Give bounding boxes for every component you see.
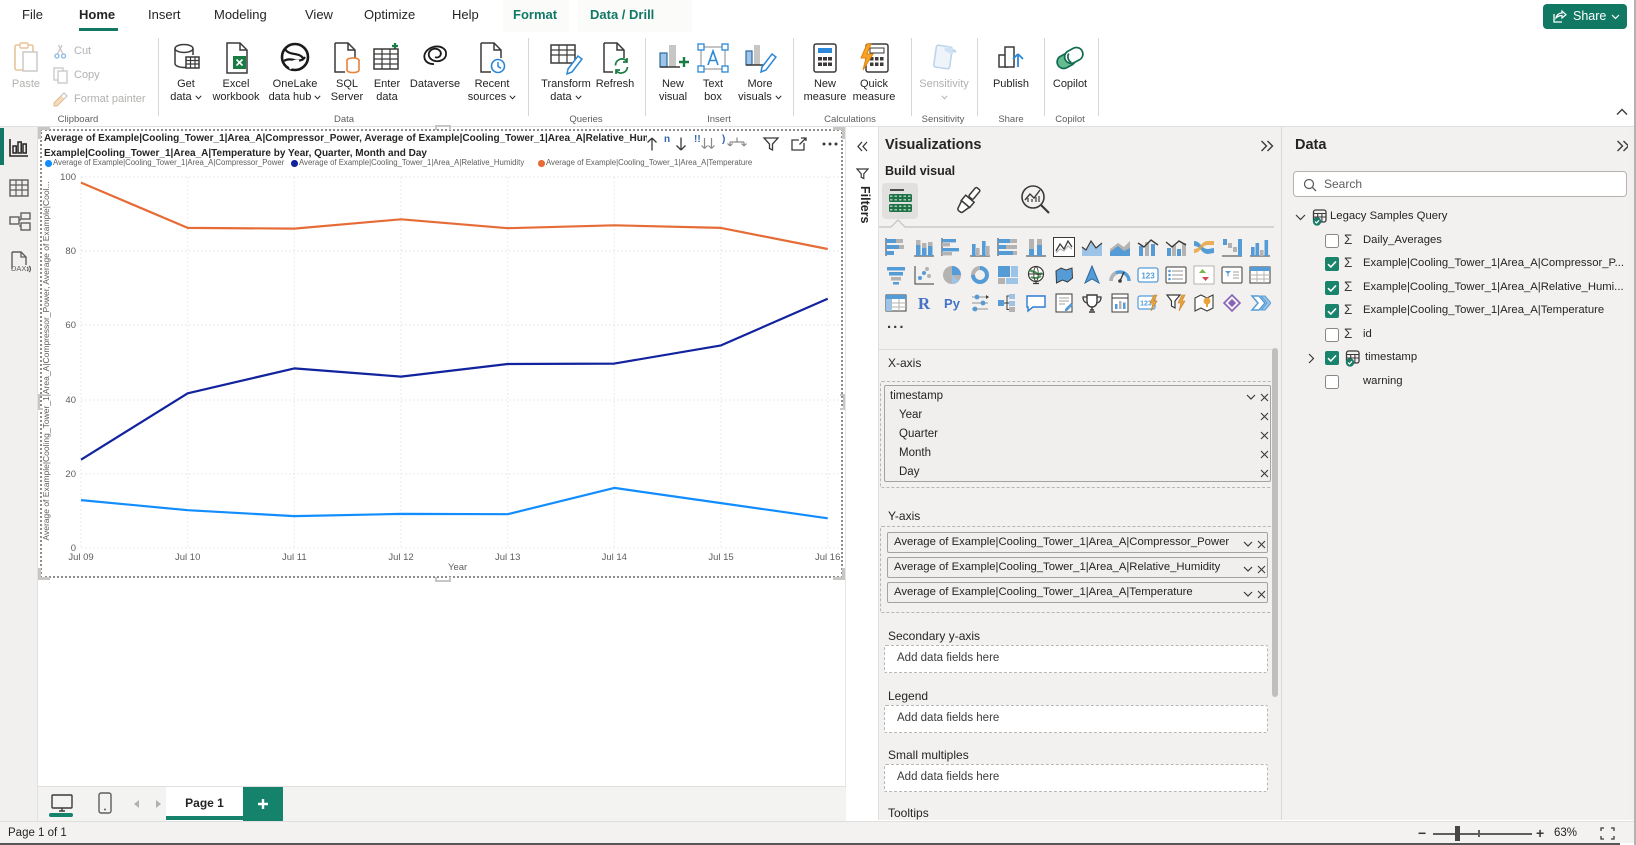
svg-text:Jul 13: Jul 13 <box>495 552 520 563</box>
svg-text:Year: Year <box>448 562 467 573</box>
svg-text:Jul 10: Jul 10 <box>175 552 200 563</box>
svg-text:123: 123 <box>1140 301 1152 308</box>
svg-text:DAX: DAX <box>11 264 26 273</box>
svg-text:60: 60 <box>65 320 76 331</box>
svg-text:80: 80 <box>65 246 76 257</box>
svg-text:100: 100 <box>60 173 76 183</box>
svg-text:R: R <box>918 294 931 313</box>
svg-text:Jul 09: Jul 09 <box>68 552 93 563</box>
svg-text:Jul 15: Jul 15 <box>708 552 733 563</box>
svg-text:20: 20 <box>65 469 76 480</box>
svg-text:Py: Py <box>944 296 961 311</box>
svg-text:Average of Example|Cooling_Tow: Average of Example|Cooling_Tower_1|Area_… <box>42 181 51 540</box>
svg-text:Jul 16: Jul 16 <box>815 552 840 563</box>
svg-text:Jul 12: Jul 12 <box>388 552 413 563</box>
svg-text:40: 40 <box>65 395 76 406</box>
svg-text:Jul 14: Jul 14 <box>602 552 627 563</box>
svg-text:123: 123 <box>1141 272 1155 281</box>
svg-text:Jul 11: Jul 11 <box>282 552 307 563</box>
